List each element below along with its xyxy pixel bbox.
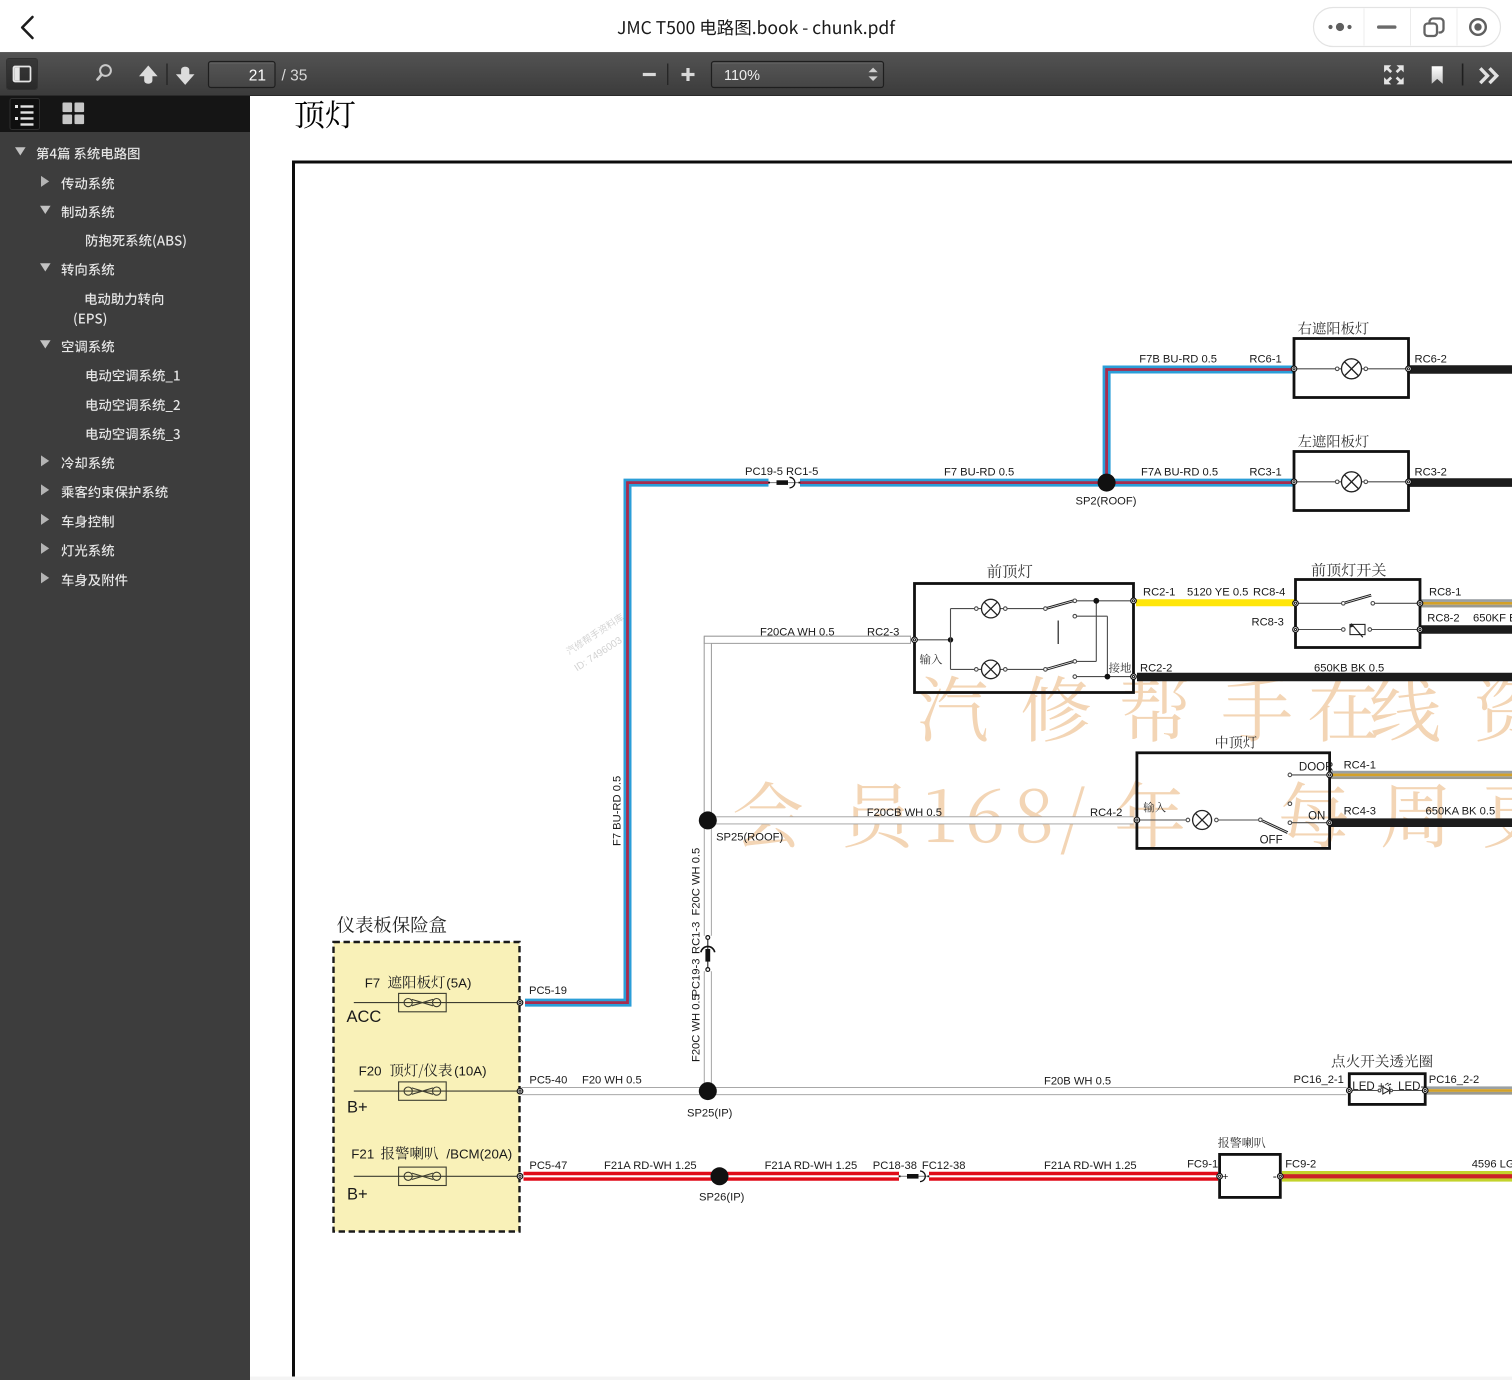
svg-text:F7B BU-RD 0.5: F7B BU-RD 0.5 [1139, 354, 1217, 366]
svg-text:SP26(IP): SP26(IP) [699, 1192, 745, 1204]
svg-text:OFF: OFF [1260, 835, 1283, 847]
svg-text:PC19-5 RC1-5: PC19-5 RC1-5 [745, 466, 818, 478]
svg-text:PC5-19: PC5-19 [529, 985, 567, 997]
svg-text:F7A BU-RD 0.5: F7A BU-RD 0.5 [1141, 467, 1218, 479]
svg-text:SP25(IP): SP25(IP) [687, 1108, 733, 1120]
svg-text:RC2-1: RC2-1 [1143, 587, 1175, 599]
svg-text:FC9-2: FC9-2 [1285, 1159, 1316, 1171]
svg-text:F20B WH 0.5: F20B WH 0.5 [1044, 1076, 1111, 1088]
svg-text:F21: F21 [351, 1147, 374, 1162]
svg-text:ACC: ACC [347, 1008, 382, 1026]
svg-text:RC4-1: RC4-1 [1344, 760, 1376, 772]
svg-text:110%: 110% [724, 68, 760, 84]
svg-text:/ 35: / 35 [282, 68, 308, 85]
svg-text:F21A RD-WH 1.25: F21A RD-WH 1.25 [604, 1160, 697, 1172]
svg-text:LED-: LED- [1398, 1081, 1424, 1093]
svg-text:ON: ON [1308, 811, 1325, 823]
svg-text:F20CA WH 0.5: F20CA WH 0.5 [760, 627, 835, 639]
svg-text:650KA BK 0.5: 650KA BK 0.5 [1426, 806, 1496, 818]
svg-text:F20C WH 0.5: F20C WH 0.5 [691, 994, 703, 1062]
svg-text:RC8-1: RC8-1 [1429, 587, 1461, 599]
svg-text:+: + [1222, 1171, 1228, 1183]
svg-text:RC1-3: RC1-3 [691, 922, 703, 954]
svg-text:/BCM(20A): /BCM(20A) [446, 1147, 512, 1162]
svg-text:PC16_2-1: PC16_2-1 [1294, 1074, 1344, 1086]
svg-text:FC12-38: FC12-38 [922, 1160, 966, 1172]
svg-text:RC2-3: RC2-3 [867, 627, 899, 639]
svg-text:F20: F20 [359, 1064, 382, 1079]
svg-text:F7 BU-RD 0.5: F7 BU-RD 0.5 [944, 467, 1014, 479]
svg-text:F21A RD-WH 1.25: F21A RD-WH 1.25 [765, 1160, 858, 1172]
svg-text:21: 21 [249, 68, 266, 85]
svg-text:F20 WH 0.5: F20 WH 0.5 [582, 1075, 642, 1087]
svg-text:F21A RD-WH 1.25: F21A RD-WH 1.25 [1044, 1160, 1137, 1172]
svg-text:RC2-2: RC2-2 [1140, 663, 1172, 675]
svg-text:SP25(ROOF): SP25(ROOF) [716, 832, 783, 844]
svg-text:650KF B: 650KF B [1473, 612, 1512, 624]
svg-text:LED +: LED + [1352, 1081, 1385, 1093]
svg-text:PC18-38: PC18-38 [873, 1160, 917, 1172]
svg-text:PC5-47: PC5-47 [529, 1160, 567, 1172]
svg-text:RC3-1: RC3-1 [1249, 467, 1281, 479]
svg-text:B+: B+ [347, 1099, 368, 1117]
svg-text:PC5-40: PC5-40 [529, 1075, 567, 1087]
svg-text:B+: B+ [347, 1186, 368, 1204]
svg-text:(5A): (5A) [446, 976, 471, 991]
svg-text:650KB BK 0.5: 650KB BK 0.5 [1314, 663, 1384, 675]
svg-text:PC16_2-2: PC16_2-2 [1429, 1074, 1479, 1086]
svg-text:RC6-1: RC6-1 [1249, 354, 1281, 366]
svg-text:F7: F7 [365, 976, 381, 991]
svg-text:RC4-3: RC4-3 [1344, 806, 1376, 818]
svg-text:F20C WH 0.5: F20C WH 0.5 [691, 848, 703, 916]
svg-text:RC8-2: RC8-2 [1427, 612, 1459, 624]
svg-text:RC8-4: RC8-4 [1253, 587, 1285, 599]
svg-text:RC6-2: RC6-2 [1415, 354, 1447, 366]
svg-text:RC4-2: RC4-2 [1090, 807, 1122, 819]
svg-text:FC9-1: FC9-1 [1187, 1159, 1218, 1171]
svg-text:RC8-3: RC8-3 [1252, 617, 1284, 629]
svg-text:DOOR: DOOR [1299, 762, 1334, 774]
svg-text:F7 BU-RD 0.5: F7 BU-RD 0.5 [612, 776, 624, 846]
svg-text:RC3-2: RC3-2 [1415, 467, 1447, 479]
svg-text:SP2(ROOF): SP2(ROOF) [1076, 495, 1137, 507]
svg-text:F20CB WH 0.5: F20CB WH 0.5 [867, 807, 942, 819]
svg-text:(10A): (10A) [454, 1064, 487, 1079]
svg-text:PC19-3: PC19-3 [691, 959, 703, 997]
svg-text:4596 LG: 4596 LG [1472, 1159, 1512, 1171]
svg-text:-: - [1273, 1169, 1277, 1183]
svg-text:5120 YE 0.5: 5120 YE 0.5 [1187, 587, 1248, 599]
